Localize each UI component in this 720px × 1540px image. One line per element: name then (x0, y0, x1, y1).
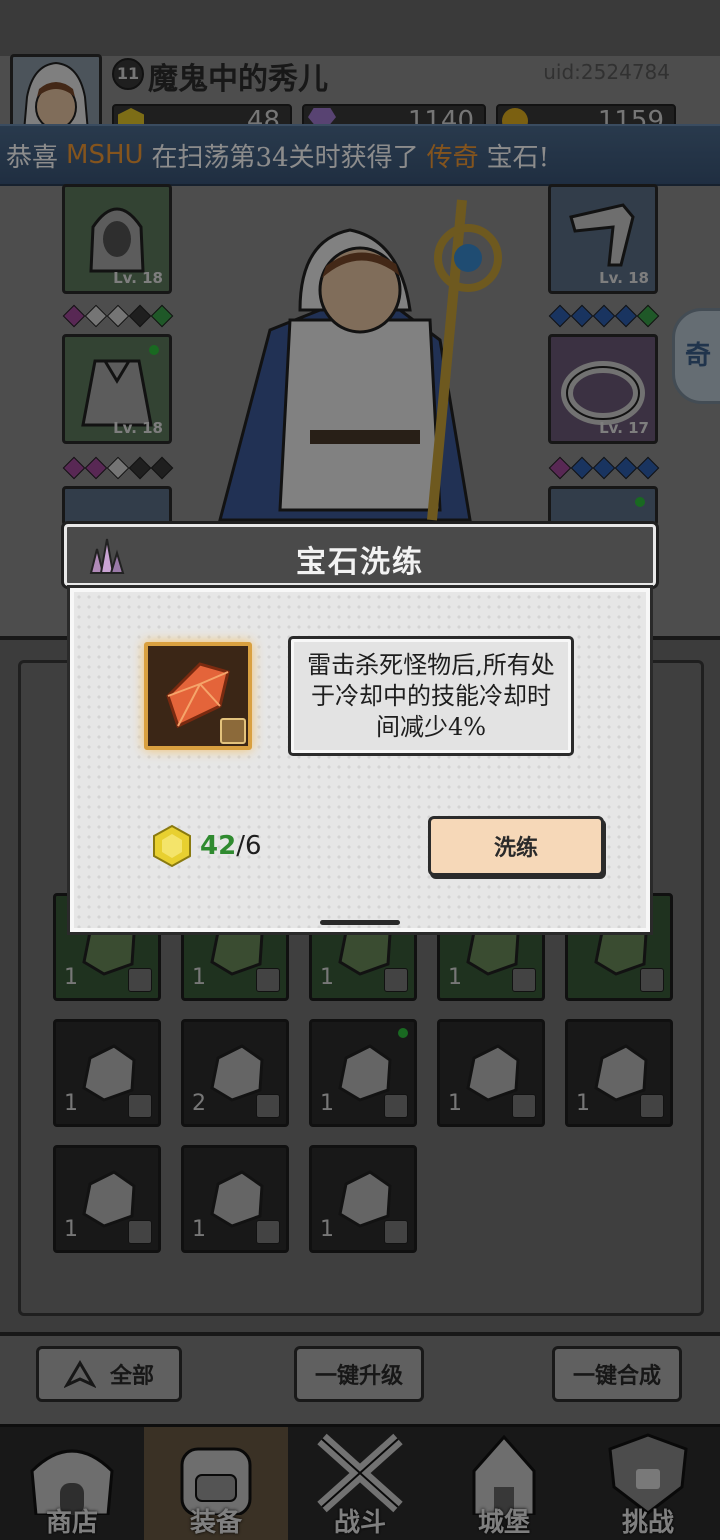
banner-prefix: 恭喜 (6, 142, 59, 173)
equip-level: Lv. 18 (113, 419, 163, 437)
nav-label: 城堡 (477, 1508, 530, 1538)
item-count: 2 (192, 1091, 206, 1116)
item-type-icon (384, 968, 408, 992)
equip-slot-bracer[interactable]: Lv. 18 (548, 184, 658, 294)
new-item-dot (398, 1028, 408, 1038)
equip-slot-ring[interactable]: Lv. 17 (548, 334, 658, 444)
item-count: 1 (320, 1091, 334, 1116)
item-type-icon (256, 968, 280, 992)
dialog-title-bar: 宝石洗练 (64, 524, 656, 586)
filter-all-button[interactable]: 全部 (36, 1346, 182, 1402)
announcement-banner: 恭喜 MSHU 在扫荡第34关时获得了 传奇 宝石! (0, 124, 720, 186)
banner-rarity: 传奇 (426, 142, 479, 173)
item-count: 1 (320, 965, 334, 990)
side-tab-label: 奇 (685, 341, 712, 371)
item-count: 1 (192, 1217, 206, 1242)
nav-shop[interactable]: 商店 (0, 1427, 144, 1540)
bottom-navigation: 商店 装备 战斗 城堡 挑战 (0, 1424, 720, 1540)
item-type-icon (256, 1094, 280, 1118)
item-type-icon (384, 1094, 408, 1118)
ring-gem-sockets (548, 456, 660, 480)
item-type-icon (512, 1094, 536, 1118)
gem-refine-dialog: 宝石洗练 雷击杀死怪物后,所有处于冷却中的技能冷却时间减少4% 42 /6 洗练 (64, 524, 656, 934)
equip-level: Lv. 18 (599, 269, 649, 287)
item-count: 1 (320, 1217, 334, 1242)
inventory-cell[interactable]: 1 (309, 1145, 417, 1253)
equip-slot-boots[interactable] (62, 486, 172, 526)
item-type-icon (128, 968, 152, 992)
nav-label: 装备 (189, 1508, 242, 1538)
equip-slot-armor[interactable]: Lv. 18 (62, 334, 172, 444)
dialog-bottom-handle (320, 920, 400, 925)
inventory-cell[interactable]: 1 (565, 1019, 673, 1127)
gem-effect-description: 雷击杀死怪物后,所有处于冷却中的技能冷却时间减少4% (288, 636, 574, 756)
inventory-cell[interactable]: 2 (181, 1019, 289, 1127)
item-count: 1 (64, 965, 78, 990)
gold-gem-icon (153, 824, 191, 868)
cost-required: /6 (236, 831, 262, 861)
nav-challenge[interactable]: 挑战 (576, 1427, 720, 1540)
item-type-icon (640, 968, 664, 992)
upgrade-indicator-dot (149, 345, 159, 355)
side-event-tab[interactable]: 奇 (672, 308, 720, 404)
refine-cost: 42 /6 (150, 824, 262, 868)
inventory-cell[interactable]: 1 (53, 1145, 161, 1253)
nav-castle[interactable]: 城堡 (432, 1427, 576, 1540)
item-type-icon (384, 1220, 408, 1244)
item-type-icon (512, 968, 536, 992)
gem-slot[interactable] (144, 642, 252, 750)
banner-player-name: MSHU (66, 140, 144, 170)
nav-label: 战斗 (333, 1508, 386, 1538)
banner-middle: 在扫荡第34关时获得了 (151, 142, 419, 173)
item-count: 1 (448, 965, 462, 990)
inventory-cell[interactable]: 1 (437, 1019, 545, 1127)
refine-button-label: 洗练 (493, 835, 538, 861)
player-uid: uid:2524784 (543, 60, 670, 84)
nav-battle[interactable]: 战斗 (288, 1427, 432, 1540)
gem-effect-text: 雷击杀死怪物后,所有处于冷却中的技能冷却时间减少4% (307, 650, 555, 741)
equip-level: Lv. 18 (113, 269, 163, 287)
helmet-gem-sockets (62, 304, 174, 328)
player-name: 魔鬼中的秀儿 (148, 62, 328, 97)
filter-label: 全部 (109, 1363, 154, 1389)
bracer-gem-sockets (548, 304, 660, 328)
triangle-up-icon (63, 1360, 96, 1388)
item-count: 1 (64, 1091, 78, 1116)
upgrade-all-button[interactable]: 一键升级 (294, 1346, 424, 1402)
upgrade-all-label: 一键升级 (314, 1363, 403, 1389)
item-count: 1 (448, 1091, 462, 1116)
inventory-cell[interactable]: 1 (181, 1145, 289, 1253)
cost-owned: 42 (200, 831, 237, 861)
inventory-cell[interactable]: 1 (53, 1019, 161, 1127)
equip-slot-amulet[interactable] (548, 486, 658, 526)
upgrade-indicator-dot (635, 497, 645, 507)
equip-level: Lv. 17 (599, 419, 649, 437)
inventory-cell[interactable]: 1 (309, 1019, 417, 1127)
item-type-icon (128, 1094, 152, 1118)
nav-label: 挑战 (621, 1508, 674, 1538)
item-count: 1 (192, 965, 206, 990)
merge-all-label: 一键合成 (572, 1363, 661, 1389)
player-level-badge: 11 (112, 58, 144, 90)
nav-label: 商店 (45, 1508, 98, 1538)
refine-button[interactable]: 洗练 (428, 816, 604, 876)
armor-gem-sockets (62, 456, 174, 480)
dialog-title: 宝石洗练 (296, 545, 424, 580)
top-bar-background (0, 0, 720, 56)
item-count: 1 (64, 1217, 78, 1242)
nav-equipment[interactable]: 装备 (144, 1427, 288, 1540)
banner-suffix: 宝石! (486, 142, 550, 173)
item-type-icon (640, 1094, 664, 1118)
item-count: 1 (576, 1091, 590, 1116)
gem-type-badge (220, 718, 246, 744)
equip-slot-helmet[interactable]: Lv. 18 (62, 184, 172, 294)
hero-character (218, 199, 502, 522)
merge-all-button[interactable]: 一键合成 (552, 1346, 682, 1402)
item-type-icon (128, 1220, 152, 1244)
item-type-icon (256, 1220, 280, 1244)
